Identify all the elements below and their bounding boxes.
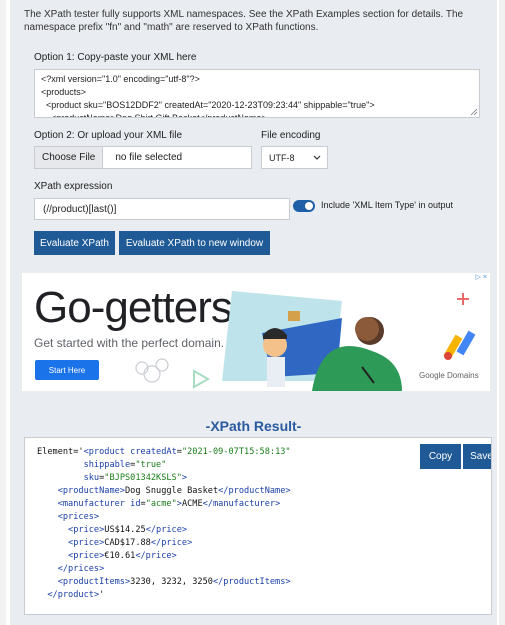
result-code-line: <productName>Dog Snuggle Basket</product… (57, 486, 291, 496)
xml-input-line: <?xml version="1.0" encoding="utf-8"?> (41, 74, 200, 84)
ad-brand-name: Google Domains (419, 371, 479, 380)
xml-input-textarea[interactable]: <?xml version="1.0" encoding="utf-8"?> <p… (34, 69, 480, 118)
chevron-down-icon (313, 155, 321, 160)
result-code-line: <price>US$14.25</price> (68, 525, 188, 535)
result-code-line: sku="BJPS01342KSLS"> (83, 473, 188, 483)
xml-input-line: <products> (41, 87, 87, 97)
ad-choices-icon[interactable]: ▷ × (476, 273, 487, 281)
result-code-line: </prices> (57, 564, 105, 574)
namespace-note: The XPath tester fully supports XML name… (24, 9, 464, 33)
toggle-knob (305, 202, 313, 210)
option1-label: Option 1: Copy-paste your XML here (34, 52, 197, 63)
advertisement-banner[interactable]: Go-getters. Get started with the perfect… (22, 273, 490, 391)
file-upload-field[interactable]: Choose File no file selected (34, 146, 252, 169)
result-code-line: <price>€10.61</price> (68, 551, 177, 561)
include-item-type-label: Include 'XML Item Type' in output (321, 200, 454, 210)
file-encoding-label: File encoding (261, 130, 321, 141)
encoding-selected-value: UTF-8 (269, 152, 295, 163)
result-code-line: <prices> (57, 512, 100, 522)
file-encoding-select[interactable]: UTF-8 (261, 146, 328, 169)
copy-button[interactable]: Copy (420, 444, 461, 469)
evaluate-xpath-button[interactable]: Evaluate XPath (34, 231, 115, 255)
left-gutter (0, 0, 6, 625)
include-item-type-toggle[interactable] (293, 200, 315, 212)
right-gutter (499, 0, 505, 625)
result-code-line: <productItems>3230, 3232, 3250</productI… (57, 577, 291, 587)
xpath-result-panel: Element='<product createdAt="2021-09-07T… (24, 437, 492, 615)
xpath-result-title: -XPath Result- (205, 418, 302, 434)
result-code-line: Element='<product createdAt="2021-09-07T… (37, 447, 291, 457)
option2-label: Option 2: Or upload your XML file (34, 130, 183, 141)
xpath-expression-label: XPath expression (34, 181, 113, 192)
result-code-line: shippable="true" (83, 460, 167, 470)
xml-input-line: <product sku="BOS12DDF2" createdAt="2020… (41, 100, 375, 110)
xpath-tester-panel: The XPath tester fully supports XML name… (10, 0, 497, 625)
evaluate-xpath-new-window-button[interactable]: Evaluate XPath to new window (119, 231, 270, 255)
choose-file-button[interactable]: Choose File (35, 147, 104, 168)
file-status-text: no file selected (115, 152, 183, 163)
xml-input-line: <productName>Dog Shirt Gift Basket</prod… (41, 113, 267, 118)
result-code-line: <price>CAD$17.88</price> (68, 538, 193, 548)
result-code-block: Element='<product createdAt="2021-09-07T… (37, 446, 291, 602)
result-code-line: </product>' (47, 590, 105, 600)
ad-start-button[interactable]: Start Here (35, 360, 99, 380)
result-code-line: <manufacturer id="acme">ACME</manufactur… (57, 499, 281, 509)
xpath-expression-input[interactable]: (//product)[last()] (34, 198, 290, 220)
resize-handle-icon[interactable] (470, 108, 478, 116)
save-button[interactable]: Save (463, 444, 491, 469)
